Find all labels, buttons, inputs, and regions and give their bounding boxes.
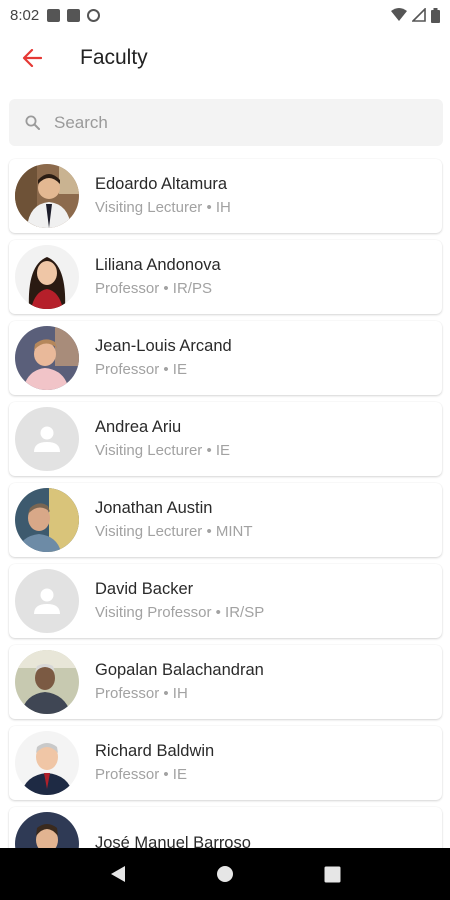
faculty-name: Jonathan Austin (95, 499, 213, 517)
faculty-card[interactable]: Richard Baldwin Professor • IE (9, 726, 442, 800)
nav-recents-button[interactable] (312, 854, 352, 894)
system-icons (391, 7, 440, 23)
faculty-card[interactable]: Gopalan Balachandran Professor • IH (9, 645, 442, 719)
back-button[interactable] (4, 30, 60, 86)
search-icon (25, 115, 40, 130)
circle-home-icon (216, 866, 233, 882)
avatar (15, 650, 79, 714)
faculty-card[interactable]: Jean-Louis Arcand Professor • IE (9, 321, 442, 395)
faculty-role: Visiting Professor • IR/SP (95, 604, 265, 621)
search-bar[interactable] (9, 99, 443, 146)
triangle-back-icon (110, 866, 125, 882)
faculty-name: Andrea Ariu (95, 418, 182, 436)
avatar (15, 245, 79, 309)
nav-home-button[interactable] (205, 854, 245, 894)
sync-icon (87, 8, 101, 22)
faculty-card[interactable]: Edoardo Altamura Visiting Lecturer • IH (9, 159, 442, 233)
faculty-role: Visiting Lecturer • MINT (95, 523, 253, 540)
sd-card-icon (67, 8, 81, 22)
avatar (15, 326, 79, 390)
avatar-placeholder (15, 569, 79, 633)
faculty-role: Professor • IE (95, 361, 187, 378)
faculty-role: Visiting Lecturer • IH (95, 199, 231, 216)
faculty-role: Professor • IE (95, 766, 187, 783)
faculty-name: Edoardo Altamura (95, 175, 228, 193)
faculty-name: Gopalan Balachandran (95, 661, 264, 679)
square-recents-icon (324, 866, 341, 882)
avatar (15, 731, 79, 795)
app-bar: Faculty (0, 30, 450, 86)
faculty-name: Liliana Andonova (95, 256, 221, 274)
page-title: Faculty (80, 46, 148, 69)
status-bar: 8:02 (0, 0, 450, 30)
avatar (15, 488, 79, 552)
wifi-icon (391, 8, 407, 21)
nav-back-button[interactable] (98, 854, 138, 894)
faculty-card[interactable]: Andrea Ariu Visiting Lecturer • IE (9, 402, 442, 476)
system-nav-bar (0, 848, 450, 900)
faculty-name: Jean-Louis Arcand (95, 337, 232, 355)
avatar-placeholder (15, 407, 79, 471)
faculty-role: Professor • IR/PS (95, 280, 212, 297)
faculty-role: Professor • IH (95, 685, 188, 702)
battery-icon (431, 7, 440, 23)
faculty-card[interactable]: Liliana Andonova Professor • IR/PS (9, 240, 442, 314)
person-icon (34, 426, 60, 452)
status-time: 8:02 (10, 6, 40, 24)
faculty-card[interactable]: David Backer Visiting Professor • IR/SP (9, 564, 442, 638)
faculty-name: Richard Baldwin (95, 742, 215, 760)
faculty-role: Visiting Lecturer • IE (95, 442, 231, 459)
faculty-name: David Backer (95, 580, 194, 598)
search-input[interactable] (54, 112, 394, 133)
faculty-card[interactable]: Jonathan Austin Visiting Lecturer • MINT (9, 483, 442, 557)
arrow-back-icon (22, 49, 42, 67)
avatar (15, 164, 79, 228)
notification-icons (47, 8, 101, 22)
faculty-list: Edoardo Altamura Visiting Lecturer • IH … (9, 159, 442, 888)
notification-icon (47, 8, 61, 22)
signal-icon (412, 8, 426, 22)
person-icon (34, 588, 60, 614)
